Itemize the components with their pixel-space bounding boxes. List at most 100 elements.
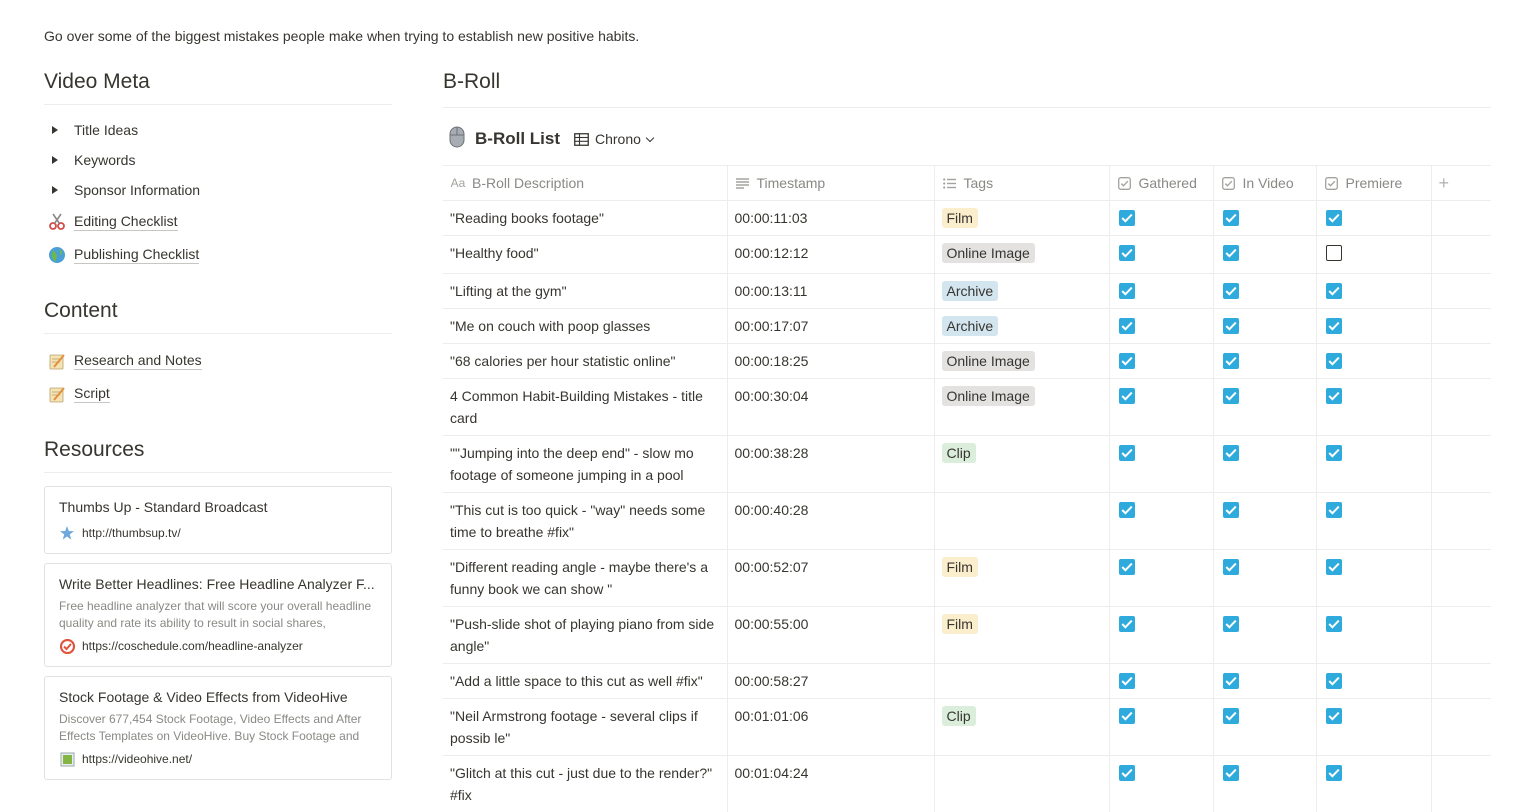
database-title[interactable]: B-Roll List — [475, 129, 560, 149]
checkbox-checked[interactable] — [1325, 283, 1342, 299]
checkbox-checked[interactable] — [1118, 559, 1135, 575]
checkbox-checked[interactable] — [1222, 445, 1239, 461]
cell-description[interactable]: ""Jumping into the deep end" - slow mo f… — [443, 435, 728, 493]
table-row[interactable]: "Push-slide shot of playing piano from s… — [443, 606, 1491, 664]
checkbox-checked[interactable] — [1222, 210, 1239, 226]
checkbox-checked[interactable] — [1325, 318, 1342, 334]
checkbox-checked[interactable] — [1222, 708, 1239, 724]
checkbox-checked[interactable] — [1325, 445, 1342, 461]
table-row[interactable]: "Neil Armstrong footage - several clips … — [443, 698, 1491, 756]
checkbox-checked[interactable] — [1325, 616, 1342, 632]
page-link-script[interactable]: Script — [44, 377, 392, 410]
toggle-triangle-icon[interactable] — [52, 126, 58, 134]
cell-description[interactable]: "Different reading angle - maybe there's… — [443, 549, 728, 607]
checkbox-checked[interactable] — [1325, 765, 1342, 781]
checkbox-checked[interactable] — [1118, 283, 1135, 299]
add-column-button[interactable]: + — [1431, 165, 1491, 201]
table-row[interactable]: "Healthy food" 00:00:12:12 Online Image — [443, 235, 1491, 274]
cell-tags[interactable]: Archive — [934, 308, 1110, 344]
cell-timestamp[interactable]: 00:00:38:28 — [727, 435, 935, 493]
cell-description[interactable]: "68 calories per hour statistic online" — [443, 343, 728, 379]
cell-tags[interactable]: Archive — [934, 273, 1110, 309]
cell-description[interactable]: 4 Common Habit-Building Mistakes - title… — [443, 378, 728, 436]
cell-tags[interactable] — [934, 663, 1110, 699]
bookmark-card[interactable]: Stock Footage & Video Effects from Video… — [44, 676, 392, 780]
toggle-title-ideas[interactable]: Title Ideas — [44, 115, 392, 145]
checkbox-checked[interactable] — [1222, 388, 1239, 404]
cell-timestamp[interactable]: 00:00:52:07 — [727, 549, 935, 607]
checkbox-checked[interactable] — [1222, 765, 1239, 781]
cell-timestamp[interactable]: 00:00:13:11 — [727, 273, 935, 309]
cell-description[interactable]: "Neil Armstrong footage - several clips … — [443, 698, 728, 756]
cell-timestamp[interactable]: 00:00:55:00 — [727, 606, 935, 664]
checkbox-checked[interactable] — [1118, 673, 1135, 689]
cell-tags[interactable]: Online Image — [934, 378, 1110, 436]
cell-tags[interactable]: Online Image — [934, 343, 1110, 379]
checkbox-unchecked[interactable] — [1325, 245, 1342, 261]
bookmark-card[interactable]: Write Better Headlines: Free Headline An… — [44, 563, 392, 667]
column-header-tags[interactable]: Tags — [934, 165, 1110, 201]
checkbox-checked[interactable] — [1118, 708, 1135, 724]
table-row[interactable]: 4 Common Habit-Building Mistakes - title… — [443, 378, 1491, 436]
checkbox-checked[interactable] — [1222, 283, 1239, 299]
cell-tags[interactable]: Film — [934, 200, 1110, 236]
checkbox-checked[interactable] — [1118, 765, 1135, 781]
cell-timestamp[interactable]: 00:00:30:04 — [727, 378, 935, 436]
cell-description[interactable]: "This cut is too quick - "way" needs som… — [443, 492, 728, 550]
table-row[interactable]: "Reading books footage" 00:00:11:03 Film — [443, 200, 1491, 236]
table-row[interactable]: "This cut is too quick - "way" needs som… — [443, 492, 1491, 550]
cell-description[interactable]: "Healthy food" — [443, 235, 728, 274]
checkbox-checked[interactable] — [1118, 388, 1135, 404]
cell-description[interactable]: "Push-slide shot of playing piano from s… — [443, 606, 728, 664]
table-row[interactable]: "Glitch at this cut - just due to the re… — [443, 755, 1491, 812]
checkbox-checked[interactable] — [1325, 388, 1342, 404]
column-header-timestamp[interactable]: Timestamp — [727, 165, 935, 201]
cell-description[interactable]: "Lifting at the gym" — [443, 273, 728, 309]
checkbox-checked[interactable] — [1222, 559, 1239, 575]
table-row[interactable]: ""Jumping into the deep end" - slow mo f… — [443, 435, 1491, 493]
toggle-sponsor-information[interactable]: Sponsor Information — [44, 175, 392, 205]
column-header-in-video[interactable]: In Video — [1213, 165, 1317, 201]
checkbox-checked[interactable] — [1325, 502, 1342, 518]
cell-tags[interactable]: Film — [934, 549, 1110, 607]
bookmark-card[interactable]: Thumbs Up - Standard Broadcast http://th… — [44, 486, 392, 554]
cell-tags[interactable] — [934, 755, 1110, 812]
column-header-gathered[interactable]: Gathered — [1109, 165, 1214, 201]
checkbox-checked[interactable] — [1325, 210, 1342, 226]
cell-timestamp[interactable]: 00:01:01:06 — [727, 698, 935, 756]
column-header-description[interactable]: Aa B-Roll Description — [443, 165, 728, 201]
cell-description[interactable]: "Glitch at this cut - just due to the re… — [443, 755, 728, 812]
checkbox-checked[interactable] — [1118, 616, 1135, 632]
cell-tags[interactable]: Online Image — [934, 235, 1110, 274]
view-selector[interactable]: Chrono — [574, 131, 655, 147]
cell-tags[interactable]: Film — [934, 606, 1110, 664]
page-link-editing-checklist[interactable]: Editing Checklist — [44, 205, 392, 238]
toggle-keywords[interactable]: Keywords — [44, 145, 392, 175]
checkbox-checked[interactable] — [1325, 353, 1342, 369]
cell-description[interactable]: "Add a little space to this cut as well … — [443, 663, 728, 699]
toggle-triangle-icon[interactable] — [52, 156, 58, 164]
page-link-research-notes[interactable]: Research and Notes — [44, 344, 392, 377]
checkbox-checked[interactable] — [1222, 673, 1239, 689]
cell-tags[interactable]: Clip — [934, 698, 1110, 756]
checkbox-checked[interactable] — [1118, 245, 1135, 261]
cell-timestamp[interactable]: 00:00:18:25 — [727, 343, 935, 379]
table-row[interactable]: "Lifting at the gym" 00:00:13:11 Archive — [443, 273, 1491, 309]
cell-tags[interactable]: Clip — [934, 435, 1110, 493]
cell-timestamp[interactable]: 00:00:40:28 — [727, 492, 935, 550]
checkbox-checked[interactable] — [1118, 502, 1135, 518]
cell-description[interactable]: "Me on couch with poop glasses — [443, 308, 728, 344]
cell-timestamp[interactable]: 00:00:58:27 — [727, 663, 935, 699]
checkbox-checked[interactable] — [1118, 353, 1135, 369]
checkbox-checked[interactable] — [1222, 245, 1239, 261]
checkbox-checked[interactable] — [1222, 502, 1239, 518]
checkbox-checked[interactable] — [1118, 445, 1135, 461]
toggle-triangle-icon[interactable] — [52, 186, 58, 194]
page-link-publishing-checklist[interactable]: Publishing Checklist — [44, 238, 392, 271]
checkbox-checked[interactable] — [1325, 673, 1342, 689]
checkbox-checked[interactable] — [1222, 318, 1239, 334]
cell-timestamp[interactable]: 00:00:17:07 — [727, 308, 935, 344]
table-row[interactable]: "68 calories per hour statistic online" 0… — [443, 343, 1491, 379]
table-row[interactable]: "Add a little space to this cut as well … — [443, 663, 1491, 699]
cell-tags[interactable] — [934, 492, 1110, 550]
